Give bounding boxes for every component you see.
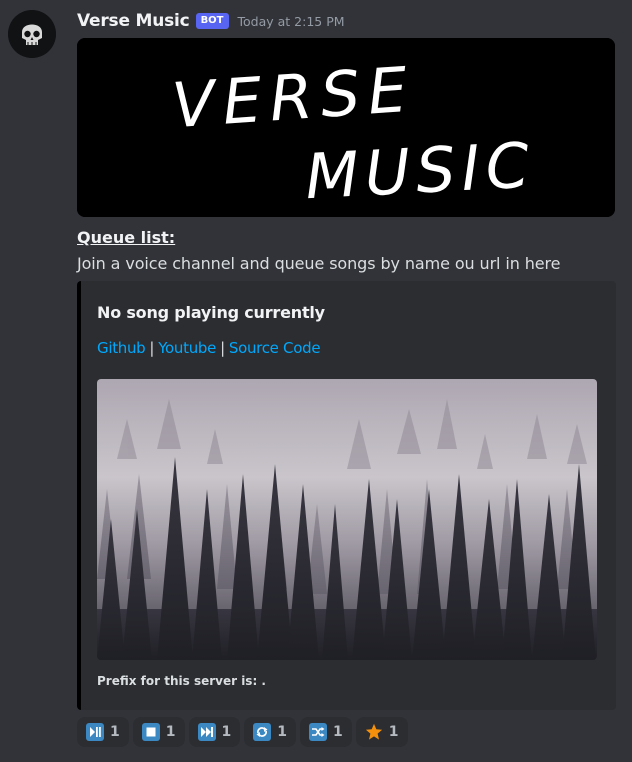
banner-logo: VERSE MUSIC <box>77 38 615 217</box>
skull-icon <box>8 10 56 58</box>
reaction-play-pause[interactable]: 1 <box>77 717 129 747</box>
shuffle-icon <box>309 723 327 741</box>
reaction-repeat[interactable]: 1 <box>244 717 296 747</box>
timestamp[interactable]: Today at 2:15 PM <box>238 14 345 29</box>
message-header: Verse Music BOT Today at 2:15 PM <box>77 9 345 33</box>
reaction-shuffle[interactable]: 1 <box>300 717 352 747</box>
embed-links: Github | Youtube | Source Code <box>97 339 321 357</box>
reaction-count: 1 <box>388 724 399 740</box>
author-name[interactable]: Verse Music <box>77 11 190 31</box>
reaction-count: 1 <box>333 724 343 740</box>
link-separator: | <box>220 339 225 357</box>
avatar[interactable] <box>8 10 56 58</box>
repeat-icon <box>253 723 272 741</box>
queue-title: Queue list: <box>77 228 176 247</box>
play-pause-icon <box>86 723 104 741</box>
reaction-next-track[interactable]: 1 <box>188 717 241 747</box>
link-separator: | <box>149 339 155 357</box>
embed-card: No song playing currently Github | Youtube… <box>77 281 616 710</box>
queue-description: Join a voice channel and queue songs by … <box>77 254 561 273</box>
source-code-link[interactable]: Source Code <box>229 339 321 357</box>
reaction-bar: 1 1 1 1 1 1 <box>77 717 408 747</box>
embed-footer: Prefix for this server is: . <box>97 674 266 688</box>
github-link[interactable]: Github <box>97 339 146 357</box>
reaction-count: 1 <box>277 724 287 740</box>
reaction-count: 1 <box>165 724 176 740</box>
bot-tag: BOT <box>195 13 229 29</box>
reaction-stop[interactable]: 1 <box>132 717 185 747</box>
banner-image[interactable]: VERSE MUSIC <box>77 38 615 217</box>
embed-title: No song playing currently <box>97 303 325 322</box>
reaction-count: 1 <box>110 724 120 740</box>
reaction-count: 1 <box>221 724 232 740</box>
banner-text-line2: MUSIC <box>303 128 536 213</box>
reaction-star[interactable]: 1 <box>355 717 408 747</box>
foggy-forest-image <box>97 379 597 660</box>
star-icon <box>365 723 383 741</box>
embed-image[interactable] <box>97 379 597 660</box>
next-track-icon <box>197 723 216 741</box>
stop-icon <box>141 723 160 741</box>
youtube-link[interactable]: Youtube <box>158 339 216 357</box>
